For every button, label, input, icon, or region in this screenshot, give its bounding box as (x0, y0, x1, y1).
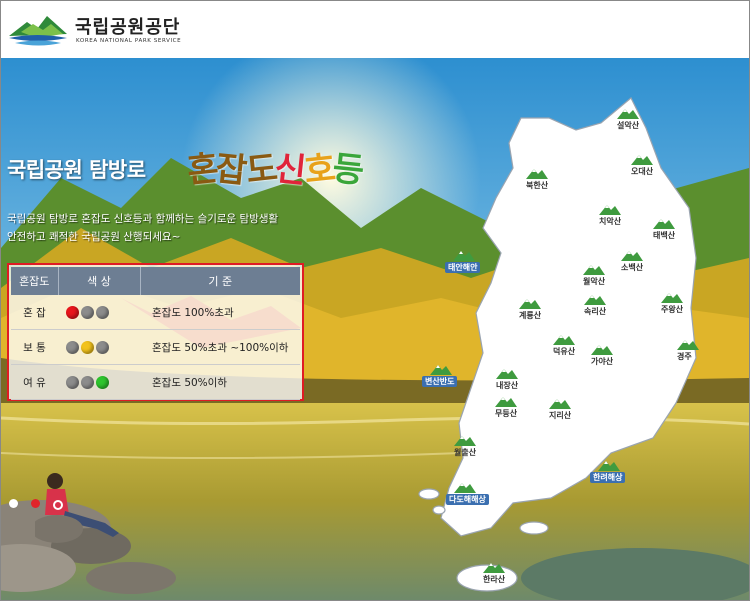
mainland-shape (440, 97, 697, 537)
carousel-dot-1[interactable] (9, 499, 18, 508)
carousel-dot-2[interactable] (31, 499, 40, 508)
congestion-legend: 혼잡도 색 상 기 준 혼 잡 혼잡도 100%초과 보 통 혼잡도 50%초과 (7, 263, 304, 401)
page-frame: 국립공원공단 KOREA NATIONAL PARK SERVICE 설악산 오… (0, 0, 750, 601)
mountain-icon (553, 335, 575, 345)
mountain-icon (621, 251, 643, 261)
park-label[interactable]: 소백산 (621, 262, 643, 273)
legend-level: 혼 잡 (11, 295, 58, 330)
legend-criteria: 혼잡도 50%초과 ~100%이하 (140, 329, 300, 365)
traffic-light (58, 295, 140, 330)
park-label[interactable]: 덕유산 (553, 346, 575, 357)
traffic-light (58, 364, 140, 400)
sea-park-label[interactable]: 다도해해상 (446, 494, 489, 505)
park-label[interactable]: 설악산 (617, 120, 639, 131)
park-label[interactable]: 치악산 (599, 216, 621, 227)
signal-light-icon (96, 305, 109, 319)
park-label[interactable]: 월출산 (454, 447, 476, 458)
mountain-icon (677, 340, 699, 350)
legend-criteria: 혼잡도 50%이하 (140, 364, 300, 400)
park-label[interactable]: 속리산 (584, 306, 606, 317)
legend-header-color: 색 상 (58, 267, 141, 295)
legend-level: 여 유 (11, 364, 58, 400)
sea-park-label[interactable]: 한려해상 (590, 472, 626, 483)
legend-level: 보 통 (11, 329, 58, 365)
sea-park-label[interactable]: 변산반도 (422, 376, 458, 387)
mountain-icon (496, 369, 518, 379)
signal-light-icon (66, 305, 79, 319)
park-label[interactable]: 계룡산 (519, 310, 541, 321)
signal-light-icon (81, 375, 94, 389)
mountain-icon (495, 397, 517, 407)
mountain-icon (454, 483, 476, 493)
mountain-icon (483, 563, 505, 573)
signal-light-icon (66, 340, 79, 354)
legend-header-criteria: 기 준 (140, 267, 300, 295)
site-header: 국립공원공단 KOREA NATIONAL PARK SERVICE (1, 1, 749, 58)
signal-light-icon (66, 375, 79, 389)
park-label[interactable]: 주왕산 (661, 304, 683, 315)
signal-light-icon (81, 305, 94, 319)
mountain-icon (526, 169, 548, 179)
legend-row-free: 여 유 혼잡도 50%이하 (11, 364, 300, 400)
park-label[interactable]: 지리산 (549, 410, 571, 421)
mountain-icon (599, 205, 621, 215)
title-emphasis-char: 잡 (213, 148, 248, 192)
banner-title: 국립공원 탐방로 (7, 158, 146, 182)
park-label[interactable]: 한라산 (483, 574, 505, 585)
mountain-icon (631, 155, 653, 165)
park-label[interactable]: 월악산 (583, 276, 605, 287)
signal-light-icon (96, 375, 109, 389)
park-label[interactable]: 내장산 (496, 380, 518, 391)
mountain-icon (549, 399, 571, 409)
mountain-icon (453, 251, 475, 261)
park-label[interactable]: 태백산 (653, 230, 675, 241)
signal-light-icon (96, 340, 109, 354)
traffic-light (58, 329, 140, 365)
legend-header-row: 혼잡도 색 상 기 준 (11, 267, 300, 295)
park-label[interactable]: 무등산 (495, 408, 517, 419)
park-label[interactable]: 오대산 (631, 166, 653, 177)
title-emphasis-char: 등 (331, 148, 365, 192)
mountain-icon (430, 365, 452, 375)
carousel-dot-3[interactable] (53, 500, 63, 510)
park-label[interactable]: 북한산 (526, 180, 548, 191)
park-label[interactable]: 가야산 (591, 356, 613, 367)
mountain-icon (591, 345, 613, 355)
legend-row-congested: 혼 잡 혼잡도 100%초과 (11, 295, 300, 330)
mountain-icon (661, 293, 683, 303)
sea-park-label[interactable]: 태안해안 (445, 262, 481, 273)
mountain-icon (519, 299, 541, 309)
banner-title-emphasis: 혼잡도신호등 (185, 142, 365, 192)
mountain-icon (454, 436, 476, 446)
org-name-en: KOREA NATIONAL PARK SERVICE (76, 38, 182, 44)
description-line-2: 안전하고 쾌적한 국립공원 산행되세요~ (7, 231, 181, 243)
description-line-1: 국립공원 탐방로 혼잡도 신호등과 함께하는 슬기로운 탐방생활 (7, 213, 279, 225)
mountain-icon (583, 265, 605, 275)
mountain-icon (617, 109, 639, 119)
hiker-figure (35, 473, 119, 543)
mountain-icon (653, 219, 675, 229)
park-label[interactable]: 경주 (677, 351, 692, 362)
knps-logo-icon[interactable] (7, 10, 69, 50)
mountain-icon (598, 461, 620, 471)
legend-table: 혼잡도 색 상 기 준 혼 잡 혼잡도 100%초과 보 통 혼잡도 50%초과 (11, 267, 300, 400)
org-name-kr[interactable]: 국립공원공단 (75, 13, 180, 39)
signal-light-icon (81, 340, 94, 354)
mountain-icon (584, 295, 606, 305)
legend-criteria: 혼잡도 100%초과 (140, 295, 300, 330)
banner-description: 국립공원 탐방로 혼잡도 신호등과 함께하는 슬기로운 탐방생활 안전하고 쾌적… (7, 210, 317, 246)
hero-banner: 설악산오대산북한산치악산태백산소백산월악산속리산 계룡산 주왕산덕유산가야산 경주내장… (1, 58, 749, 600)
legend-header-level: 혼잡도 (11, 267, 59, 295)
legend-row-normal: 보 통 혼잡도 50%초과 ~100%이하 (11, 329, 300, 365)
